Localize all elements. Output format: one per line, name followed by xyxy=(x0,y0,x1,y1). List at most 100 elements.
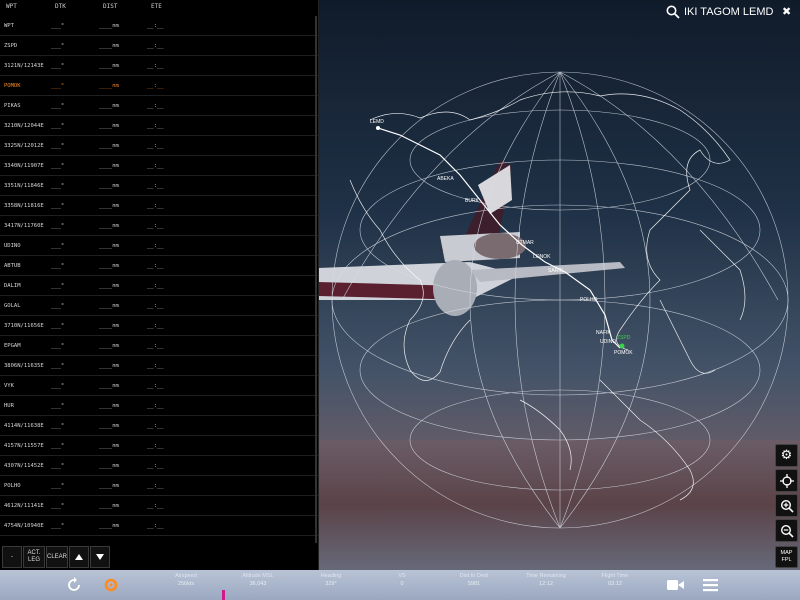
flight-plan-scrollbar[interactable] xyxy=(315,16,317,543)
map-fpl-toggle[interactable]: MAP FPL xyxy=(775,546,798,568)
flight-plan-row[interactable]: 4157N/11557E ___° ____nm __:__ xyxy=(0,436,318,456)
flight-plan-list[interactable]: WPT ___° ____nm __:__ ZSPD ___° ____nm __:__ 312… xyxy=(0,16,318,543)
waypoint-nafik: NAFIK xyxy=(596,330,611,336)
leg-ete: __:__ xyxy=(147,203,164,209)
leg-ete: __:__ xyxy=(147,263,164,269)
flight-plan-row[interactable]: 3358N/11816E ___° ____nm __:__ xyxy=(0,196,318,216)
clear-button[interactable]: CLEAR xyxy=(46,546,68,568)
search-icon[interactable] xyxy=(666,5,680,19)
desired-track: ___° xyxy=(51,243,65,249)
stat-time-remaining-value: 12:12 xyxy=(539,581,553,587)
autopilot-icon[interactable] xyxy=(103,577,119,593)
flight-plan-row[interactable]: 3417N/11760E ___° ____nm __:__ xyxy=(0,216,318,236)
flight-plan-row[interactable]: POLHO ___° ____nm __:__ xyxy=(0,476,318,496)
waypoint-name: POMOK xyxy=(4,83,21,89)
stat-time-remaining: Time Remaining 12:12 xyxy=(518,572,574,588)
waypoint-name: 3417N/11760E xyxy=(4,223,44,229)
zoom-out-icon xyxy=(780,524,794,538)
leg-ete: __:__ xyxy=(147,223,164,229)
flight-plan-row[interactable]: ZSPD ___° ____nm __:__ xyxy=(0,36,318,56)
activate-leg-button[interactable]: ACT. LEG xyxy=(23,546,45,568)
flight-plan-row[interactable]: 4612N/11141E ___° ____nm __:__ xyxy=(0,496,318,516)
map-settings-button[interactable]: ⚙ xyxy=(775,444,798,467)
flight-plan-row[interactable]: 3210N/12044E ___° ____nm __:__ xyxy=(0,116,318,136)
stat-airspeed: Airspeed 256kts xyxy=(163,572,209,588)
waypoint-udino: UDINO xyxy=(600,339,616,345)
waypoint-name: 3710N/11656E xyxy=(4,323,44,329)
waypoint-utmar: UTMAR xyxy=(516,240,534,246)
center-map-button[interactable] xyxy=(775,469,798,492)
stat-flight-time-label: Flight Time xyxy=(601,573,629,579)
flight-plan-toolbar: - ACT. LEG CLEAR xyxy=(2,546,110,568)
remove-waypoint-button[interactable]: - xyxy=(2,546,22,568)
desired-track: ___° xyxy=(51,283,65,289)
stat-vs-label: VS xyxy=(398,573,406,579)
desired-track: ___° xyxy=(51,123,65,129)
desired-track: ___° xyxy=(51,383,65,389)
leg-distance: ____nm xyxy=(99,223,119,229)
flight-plan-row[interactable]: 3806N/11635E ___° ____nm __:__ xyxy=(0,356,318,376)
waypoint-lemd: LEMD xyxy=(370,119,384,125)
flight-plan-row[interactable]: POMOK ___° ____nm __:__ xyxy=(0,76,318,96)
remove-waypoint-label: - xyxy=(11,553,13,560)
camera-icon[interactable] xyxy=(667,578,685,592)
waypoint-polho: POLHO xyxy=(580,297,598,303)
leg-ete: __:__ xyxy=(147,383,164,389)
col-ete: ETE xyxy=(151,3,162,10)
leg-ete: __:__ xyxy=(147,163,164,169)
flight-plan-row[interactable]: PIKAS ___° ____nm __:__ xyxy=(0,96,318,116)
leg-ete: __:__ xyxy=(147,243,164,249)
leg-distance: ____nm xyxy=(99,83,119,89)
flight-plan-row[interactable]: 3340N/11907E ___° ____nm __:__ xyxy=(0,156,318,176)
stat-heading: Heading 329° xyxy=(308,572,354,588)
leg-distance: ____nm xyxy=(99,143,119,149)
flight-plan-header: WPT DTK DIST ETE xyxy=(0,0,318,14)
move-down-button[interactable] xyxy=(90,546,110,568)
destination-marker xyxy=(376,126,380,130)
route-title[interactable]: IKI TAGOM LEMD xyxy=(684,6,773,18)
flight-plan-row[interactable]: 3121N/12143E ___° ____nm __:__ xyxy=(0,56,318,76)
flight-plan-row[interactable]: GOLAL ___° ____nm __:__ xyxy=(0,296,318,316)
flight-plan-row[interactable]: EPGAM ___° ____nm __:__ xyxy=(0,336,318,356)
zoom-in-button[interactable] xyxy=(775,494,798,517)
flight-plan-row[interactable]: WPT ___° ____nm __:__ xyxy=(0,16,318,36)
waypoint-name: 4157N/11557E xyxy=(4,443,44,449)
stat-dist-value: 5981 xyxy=(467,581,481,587)
leg-distance: ____nm xyxy=(99,23,119,29)
leg-distance: ____nm xyxy=(99,463,119,469)
waypoint-name: 3806N/11635E xyxy=(4,363,44,369)
desired-track: ___° xyxy=(51,423,65,429)
waypoint-name: 3351N/11846E xyxy=(4,183,44,189)
waypoint-name: POLHO xyxy=(4,483,21,489)
bottom-status-bar: Airspeed 256kts Altitude MSL 36,043 Head… xyxy=(0,570,800,600)
close-icon[interactable]: ✖ xyxy=(782,5,791,18)
leg-distance: ____nm xyxy=(99,163,119,169)
flight-plan-row[interactable]: 4114N/11638E ___° ____nm __:__ xyxy=(0,416,318,436)
move-up-button[interactable] xyxy=(69,546,89,568)
stat-vs: VS 0 xyxy=(382,572,422,588)
flight-plan-row[interactable]: 4754N/10940E ___° ____nm __:__ xyxy=(0,516,318,536)
departure-marker xyxy=(619,343,625,349)
flight-plan-row[interactable]: VYK ___° ____nm __:__ xyxy=(0,376,318,396)
col-dtk: DTK xyxy=(55,3,66,10)
flight-plan-row[interactable]: 3710N/11656E ___° ____nm __:__ xyxy=(0,316,318,336)
menu-icon[interactable] xyxy=(703,578,718,592)
leg-distance: ____nm xyxy=(99,183,119,189)
waypoint-lonok: LONOK xyxy=(533,254,551,260)
flight-plan-row[interactable]: 4801N/10930E___°____nm__:__ xyxy=(0,536,318,543)
flight-plan-row[interactable]: ABTUB ___° ____nm __:__ xyxy=(0,256,318,276)
desired-track: ___° xyxy=(51,103,65,109)
zoom-out-button[interactable] xyxy=(775,519,798,542)
flight-plan-row[interactable]: HUR ___° ____nm __:__ xyxy=(0,396,318,416)
flight-plan-row[interactable]: DALIM ___° ____nm __:__ xyxy=(0,276,318,296)
flight-plan-row[interactable]: UDINO ___° ____nm __:__ xyxy=(0,236,318,256)
flight-plan-row[interactable]: 3351N/11846E ___° ____nm __:__ xyxy=(0,176,318,196)
refresh-icon[interactable] xyxy=(66,577,82,593)
leg-ete: __:__ xyxy=(147,63,164,69)
stat-dist-to-dest: Dist to Dest 5981 xyxy=(448,572,500,588)
leg-ete: __:__ xyxy=(147,143,164,149)
leg-ete: __:__ xyxy=(147,23,164,29)
flight-plan-row[interactable]: 4307N/11452E ___° ____nm __:__ xyxy=(0,456,318,476)
leg-ete: __:__ xyxy=(147,423,164,429)
flight-plan-row[interactable]: 3325N/12012E ___° ____nm __:__ xyxy=(0,136,318,156)
